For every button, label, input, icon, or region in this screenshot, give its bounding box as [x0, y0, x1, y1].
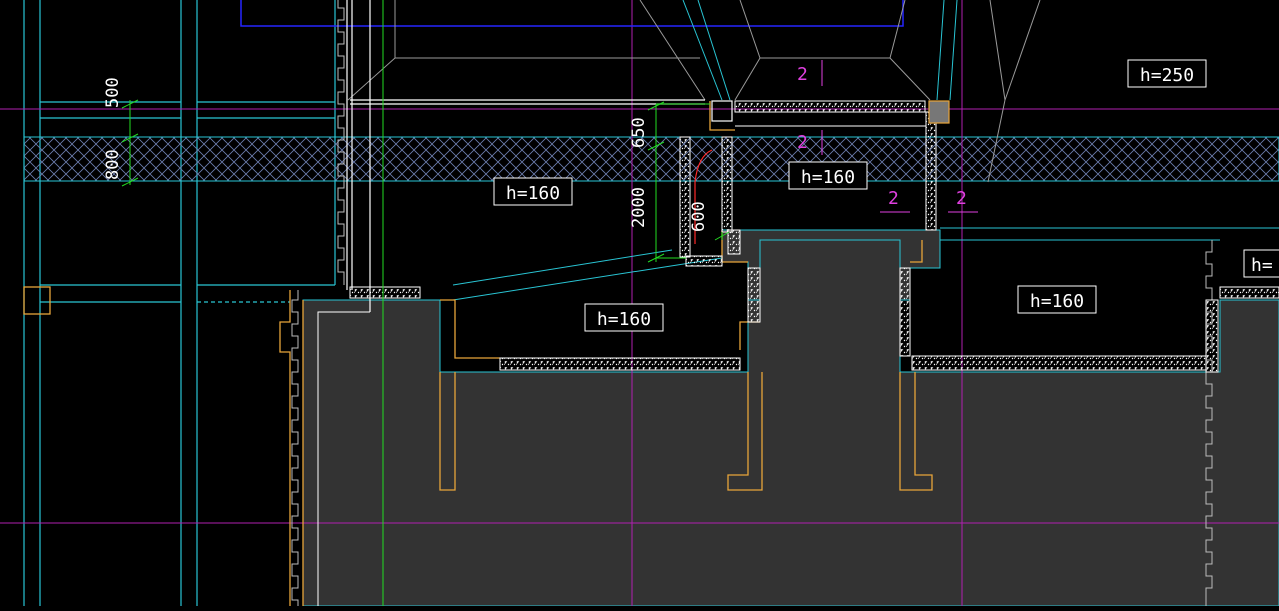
hatched-beam-band — [23, 136, 1279, 182]
slab-label-h160-center[interactable]: h=160 — [584, 303, 664, 332]
slab-mass — [302, 239, 1279, 607]
section-mark-2: 2 — [797, 132, 808, 153]
section-mark-3: 2 — [888, 188, 899, 209]
slab-label-h250[interactable]: h=250 — [1127, 59, 1207, 88]
dim-600-text: 600 — [689, 201, 709, 232]
dim-650-text: 650 — [629, 117, 649, 148]
slab-label-h160-upper[interactable]: h=160 — [788, 161, 868, 190]
slab-label-edge[interactable]: h= — [1243, 249, 1279, 278]
slab-label-h160-center-text: h=160 — [597, 309, 651, 330]
slab-label-h160-right-text: h=160 — [1030, 291, 1084, 312]
dim-800-text: 800 — [103, 149, 123, 180]
slab-label-h160-left[interactable]: h=160 — [493, 177, 573, 206]
dim-500-text: 500 — [103, 77, 123, 108]
slab-label-h160-right[interactable]: h=160 — [1017, 285, 1097, 314]
slab-label-h160-upper-text: h=160 — [801, 167, 855, 188]
slab-label-h250-text: h=250 — [1140, 65, 1194, 86]
section-mark-4: 2 — [956, 188, 967, 209]
blue-outline-frame — [240, 0, 904, 27]
slab-label-h160-left-text: h=160 — [506, 183, 560, 204]
slab-label-edge-text: h= — [1251, 255, 1273, 276]
left-structural-grid — [23, 0, 336, 606]
cad-drawing-viewport[interactable]: h=250 h=160 h=160 h=160 h=160 h= 500 800… — [0, 0, 1279, 607]
cad-canvas[interactable]: h=250 h=160 h=160 h=160 h=160 h= 500 800… — [0, 0, 1279, 607]
section-mark-1: 2 — [797, 64, 808, 85]
dim-2000-text: 2000 — [629, 187, 649, 228]
